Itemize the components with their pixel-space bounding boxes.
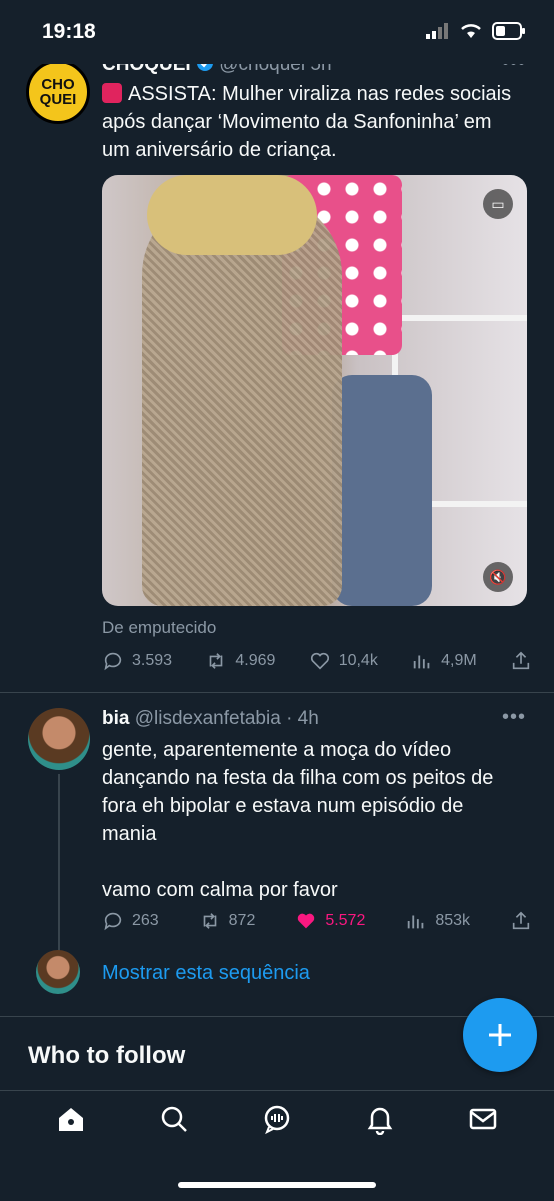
thread-avatar[interactable] [36,950,80,994]
views-button[interactable]: 4,9M [411,650,477,672]
share-button[interactable] [510,650,532,672]
cellular-signal-icon [426,23,448,39]
retweet-count: 872 [228,912,256,929]
home-icon[interactable] [55,1103,87,1135]
tweet-text: gente, aparentemente a moça do vídeo dan… [102,736,522,904]
thread-line [58,774,60,952]
status-icons [426,22,526,40]
retweet-button[interactable]: 4.969 [205,650,275,672]
avatar[interactable]: CHO QUEI [26,60,90,124]
reply-count: 3.593 [132,652,173,669]
retweet-button[interactable]: 872 [199,910,256,932]
dancer-shape [142,195,342,606]
tweet-text-p2: vamo com calma por favor [102,879,338,901]
views-count: 4,9M [441,652,477,669]
plus-icon [489,1024,511,1046]
tweet-text-p1: gente, aparentemente a moça do vídeo dan… [102,739,494,845]
jeans-shape [332,375,432,606]
battery-icon [492,22,525,40]
siren-emoji-icon [102,83,122,103]
share-icon [512,911,530,930]
retweet-icon [203,913,216,929]
show-thread-link[interactable]: Mostrar esta sequência [102,962,310,985]
reply-icon [104,652,122,671]
compose-tweet-button[interactable] [463,998,537,1072]
tweet-header: bia @lisdexanfetabia · 4h [102,708,319,730]
search-icon[interactable] [158,1103,190,1135]
share-icon [512,651,530,670]
views-icon [408,915,424,929]
messages-mail-icon[interactable] [467,1103,499,1135]
views-button[interactable]: 853k [405,910,470,932]
mute-icon[interactable]: 🔇 [483,562,513,592]
like-count: 10,4k [338,652,378,669]
tweet-text-body: ASSISTA: Mulher viraliza nas redes socia… [102,83,512,161]
handle[interactable]: @lisdexanfetabia [135,708,281,729]
captions-icon[interactable]: ▭ [483,189,513,219]
avatar[interactable] [28,708,90,770]
heart-filled-icon [298,913,315,929]
display-name[interactable]: bia [102,708,129,729]
retweet-count: 4.969 [235,652,276,669]
like-button[interactable]: 10,4k [309,650,378,672]
more-options-icon[interactable]: ••• [502,706,526,729]
who-to-follow-heading: Who to follow [28,1042,186,1069]
status-bar: 19:18 [0,0,554,64]
retweet-icon [210,653,223,669]
clock: 19:18 [42,20,96,43]
spaces-icon[interactable] [261,1103,293,1135]
hair-shape [147,175,317,255]
tweet-text: ASSISTA: Mulher viraliza nas redes socia… [102,80,522,164]
heart-icon [310,652,329,670]
like-count: 5.572 [325,912,366,929]
avatar-logo-text: CHO QUEI [39,76,77,108]
wifi-icon [461,24,481,38]
views-icon [413,655,430,669]
views-count: 853k [435,912,471,929]
divider [0,692,554,693]
home-indicator [178,1182,376,1188]
reply-icon [104,912,122,931]
tweet-actions: 3.593 4.969 10,4k 4,9M [102,650,532,672]
notifications-bell-icon[interactable] [364,1103,396,1135]
like-button[interactable]: 5.572 [295,910,365,932]
media-attribution[interactable]: De emputecido [102,618,216,638]
reply-button[interactable]: 263 [102,910,159,932]
reply-count: 263 [132,912,159,929]
share-button[interactable] [510,910,532,932]
tweet-actions: 263 872 5.572 853k [102,910,532,932]
video-player[interactable]: ▭ 🔇 [102,175,527,606]
reply-button[interactable]: 3.593 [102,650,172,672]
tweet-time: · 4h [286,708,319,729]
